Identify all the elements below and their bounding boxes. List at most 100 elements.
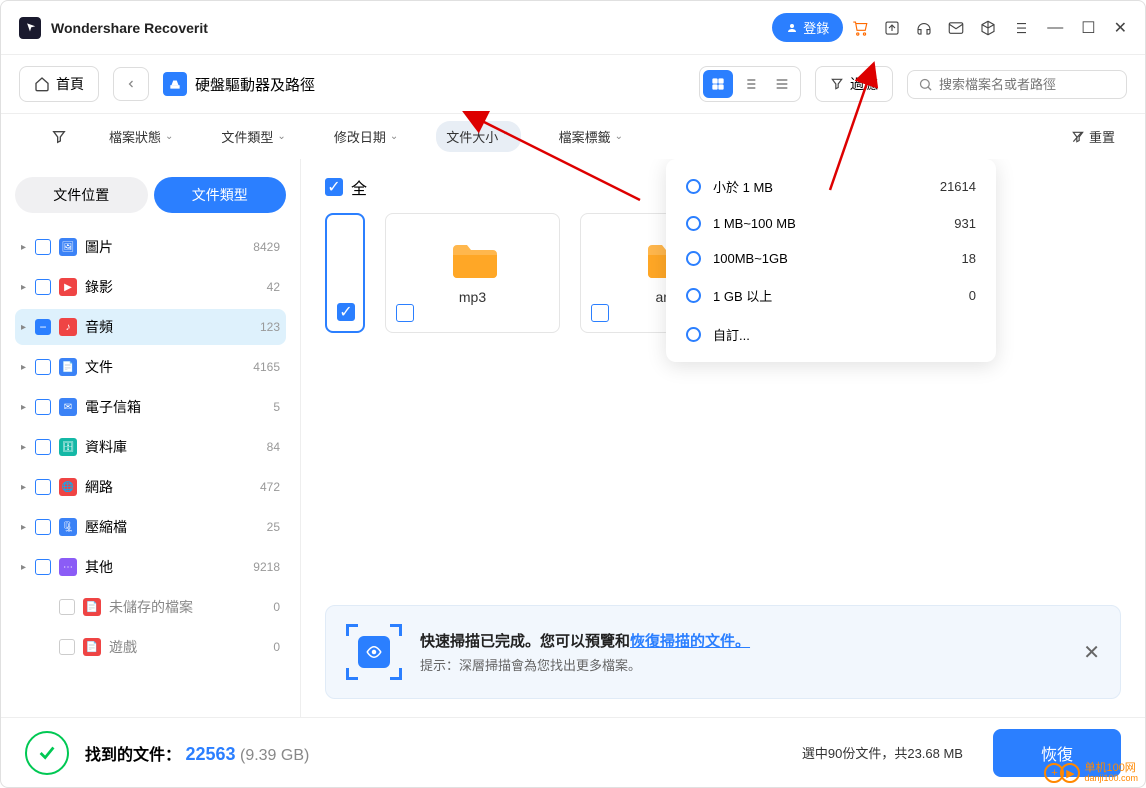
category-icon: 🌐 xyxy=(59,478,77,496)
size-option-1[interactable]: 1 MB~100 MB 931 xyxy=(666,206,996,241)
checkbox[interactable] xyxy=(35,479,51,495)
radio-icon xyxy=(686,327,701,342)
cart-icon[interactable] xyxy=(851,19,869,37)
category-count: 4165 xyxy=(253,360,280,374)
category-count: 9218 xyxy=(253,560,280,574)
checkbox[interactable] xyxy=(35,519,51,535)
checkbox[interactable] xyxy=(35,559,51,575)
checkbox[interactable] xyxy=(59,639,75,655)
folder-card-hidden[interactable]: ✓ xyxy=(325,213,365,333)
folder-icon xyxy=(449,241,497,281)
headphone-icon[interactable] xyxy=(915,19,933,37)
category-icon: ✉ xyxy=(59,398,77,416)
view-toggle xyxy=(699,66,801,102)
mail-icon[interactable] xyxy=(947,19,965,37)
radio-icon xyxy=(686,216,701,231)
tab-file-location[interactable]: 文件位置 xyxy=(15,177,148,213)
toolbar: 首頁 硬盤驅動器及路徑 過濾 xyxy=(1,55,1145,113)
sidebar-item-2[interactable]: ▸ − ♪ 音頻 123 xyxy=(15,309,286,345)
checkbox[interactable] xyxy=(35,439,51,455)
selection-info: 選中90份文件，共23.68 MB xyxy=(802,743,963,762)
checkbox[interactable] xyxy=(35,359,51,375)
folder-card-mp3[interactable]: mp3 xyxy=(385,213,560,333)
titlebar: Wondershare Recoverit 登錄 — ☐ ✕ xyxy=(1,1,1145,55)
select-all-checkbox[interactable]: ✓ xyxy=(325,178,343,196)
radio-icon xyxy=(686,288,701,303)
share-icon[interactable] xyxy=(883,19,901,37)
login-label: 登錄 xyxy=(803,18,829,37)
search-input[interactable] xyxy=(939,77,1116,92)
size-label: 自訂... xyxy=(713,325,976,344)
sidebar-sub-0[interactable]: 📄 未儲存的檔案 0 xyxy=(15,589,286,625)
login-button[interactable]: 登錄 xyxy=(772,13,843,42)
found-count: 22563 xyxy=(185,744,235,764)
category-label: 壓縮檔 xyxy=(85,517,267,537)
size-option-3[interactable]: 1 GB 以上 0 xyxy=(666,276,996,315)
found-label: 找到的文件： xyxy=(85,747,181,764)
sidebar-item-7[interactable]: ▸ 🗜 壓縮檔 25 xyxy=(15,509,286,545)
location-text: 硬盤驅動器及路徑 xyxy=(195,74,315,95)
reset-button[interactable]: 重置 xyxy=(1071,127,1115,146)
size-option-0[interactable]: 小於 1 MB 21614 xyxy=(666,167,996,206)
category-icon: 📄 xyxy=(83,598,101,616)
category-count: 5 xyxy=(273,400,280,414)
sidebar-item-6[interactable]: ▸ 🌐 網路 472 xyxy=(15,469,286,505)
filter-type[interactable]: 文件類型⌄ xyxy=(211,121,295,152)
category-icon: 📄 xyxy=(83,638,101,656)
sidebar-sub-1[interactable]: 📄 遊戲 0 xyxy=(15,629,286,665)
filter-status[interactable]: 檔案狀態⌄ xyxy=(99,121,183,152)
menu-icon[interactable] xyxy=(1011,19,1029,37)
check-icon xyxy=(25,731,69,775)
category-label: 圖片 xyxy=(85,237,253,257)
checkbox[interactable] xyxy=(59,599,75,615)
category-label: 資料庫 xyxy=(85,437,267,457)
sidebar-item-1[interactable]: ▸ ▶ 錄影 42 xyxy=(15,269,286,305)
category-count: 0 xyxy=(273,600,280,614)
home-button[interactable]: 首頁 xyxy=(19,66,99,102)
size-label: 小於 1 MB xyxy=(713,177,940,196)
category-count: 8429 xyxy=(253,240,280,254)
folder-checkbox[interactable] xyxy=(591,304,609,322)
app-title: Wondershare Recoverit xyxy=(51,20,208,36)
minimize-button[interactable]: — xyxy=(1047,19,1063,37)
sidebar-item-4[interactable]: ▸ ✉ 電子信箱 5 xyxy=(15,389,286,425)
filter-button[interactable]: 過濾 xyxy=(815,66,893,102)
category-icon: ⋯ xyxy=(59,558,77,576)
filter-tags[interactable]: 檔案標籤⌄ xyxy=(549,121,633,152)
category-count: 42 xyxy=(267,280,280,294)
radio-icon xyxy=(686,251,701,266)
category-label: 其他 xyxy=(85,557,253,577)
grid-view-button[interactable] xyxy=(703,70,733,98)
size-label: 1 GB 以上 xyxy=(713,286,969,305)
category-count: 0 xyxy=(273,640,280,654)
size-option-4[interactable]: 自訂... xyxy=(666,315,996,354)
maximize-button[interactable]: ☐ xyxy=(1081,18,1095,38)
category-count: 84 xyxy=(267,440,280,454)
filter-label: 過濾 xyxy=(850,74,878,94)
folder-checkbox[interactable] xyxy=(396,304,414,322)
size-count: 931 xyxy=(954,216,976,231)
banner-subtitle: 提示：深層掃描會為您找出更多檔案。 xyxy=(420,655,1065,674)
sidebar-item-8[interactable]: ▸ ⋯ 其他 9218 xyxy=(15,549,286,585)
filter-size[interactable]: 文件大小⌃ xyxy=(436,121,520,152)
close-button[interactable]: ✕ xyxy=(1114,18,1127,38)
search-box[interactable] xyxy=(907,70,1127,99)
filter-date[interactable]: 修改日期⌄ xyxy=(324,121,408,152)
home-label: 首頁 xyxy=(56,74,84,94)
size-count: 0 xyxy=(969,288,976,303)
back-button[interactable] xyxy=(113,67,149,101)
sidebar-item-3[interactable]: ▸ 📄 文件 4165 xyxy=(15,349,286,385)
recover-link[interactable]: 恢復掃描的文件。 xyxy=(630,633,750,650)
sidebar-item-0[interactable]: ▸ 🖼 圖片 8429 xyxy=(15,229,286,265)
list-view-button[interactable] xyxy=(735,70,765,98)
size-option-2[interactable]: 100MB~1GB 18 xyxy=(666,241,996,276)
banner-close-button[interactable]: ✕ xyxy=(1083,640,1100,665)
checkbox[interactable]: − xyxy=(35,319,51,335)
checkbox[interactable] xyxy=(35,239,51,255)
detail-view-button[interactable] xyxy=(767,70,797,98)
checkbox[interactable] xyxy=(35,399,51,415)
tab-file-type[interactable]: 文件類型 xyxy=(154,177,287,213)
sidebar-item-5[interactable]: ▸ 🗄 資料庫 84 xyxy=(15,429,286,465)
checkbox[interactable] xyxy=(35,279,51,295)
cube-icon[interactable] xyxy=(979,19,997,37)
